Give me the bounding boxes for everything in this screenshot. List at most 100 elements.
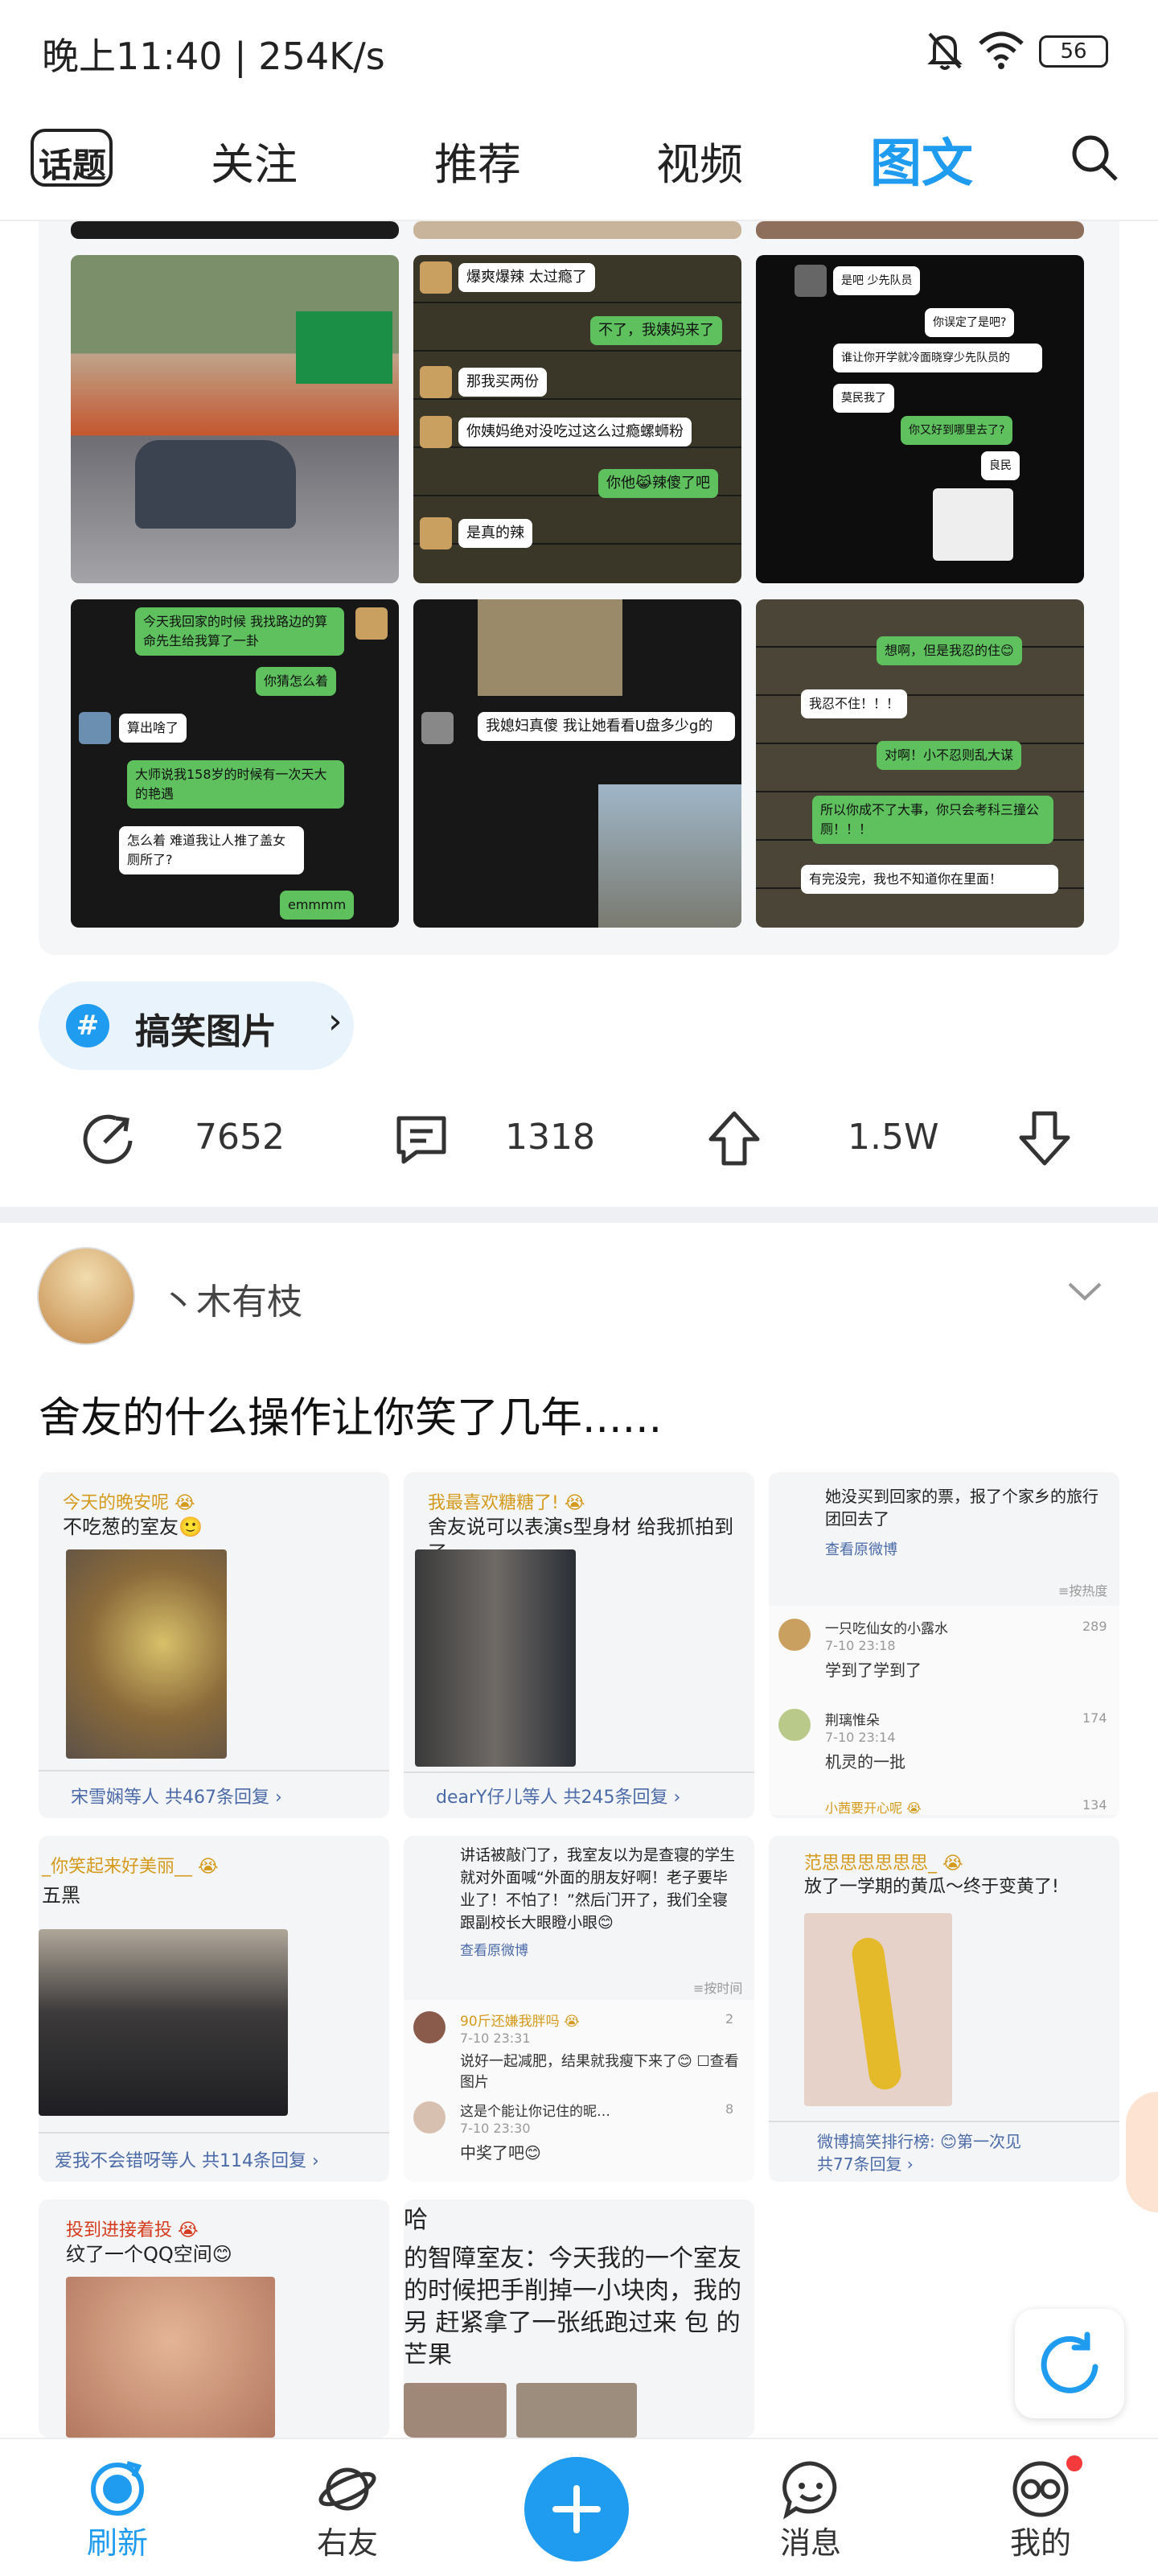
chat-bubble: 莫民我了 [833,384,894,413]
bottom-tab-friends-label: 右友 [316,2525,378,2561]
tab-image-text[interactable]: 图文 [870,122,973,196]
comment-username: 荆璃惟朵 [825,1713,880,1729]
battery-icon: 56 [1039,35,1108,68]
post2-image-card[interactable]: 哈 的智障室友：今天我的一个室友 的时候把手削掉一小块肉，我的另 赶紧拿了一张纸… [404,2199,754,2438]
chat-bubble: 算出啥了 [119,714,187,743]
grid-image-cut-2[interactable] [413,221,741,239]
grid-image-meme-toilet[interactable]: 想啊，但是我忍的住😊 我忍不住！！！ 对啊！小不忍则乱大谋 所以你成不了大事，你… [756,599,1084,928]
card-text: 不吃葱的室友🙂 [63,1516,203,1538]
comment-likes: 8 [725,2101,734,2117]
bottom-tab-refresh[interactable]: 刷新 [53,2439,182,2576]
comment-username: 90斤还嫌我胖吗 😭 [460,2014,580,2030]
post2-image-card[interactable]: 范思思思思思思_ 😭 放了一学期的黄瓜～终于变黄了! 微博搞笑排行榜: 😊第一次… [769,1836,1119,2182]
road-photo [598,784,741,928]
chat-bubble: 你又好到哪里去了? [901,416,1013,445]
view-original-link[interactable]: 查看原微博 [825,1538,897,1559]
finger-photo [516,2383,637,2438]
chat-bubble: 不了，我姨妈来了 [590,316,722,345]
finger-photo [404,2383,507,2438]
tattoo-photo [66,2277,275,2438]
bottom-tab-friends[interactable]: 右友 [283,2439,412,2576]
refresh-float-button[interactable] [1015,2309,1124,2418]
post-divider [0,1207,1158,1223]
card-username: 范思思思思思思_ 😭 [804,1854,963,1874]
card-username: _你笑起来好美丽__ 😭 [42,1857,219,1877]
comment-text: 中奖了吧😊 [460,2143,541,2162]
noodle-photo [66,1549,227,1759]
comment-text: 机灵的一批 [825,1752,905,1772]
card-text: 放了一学期的黄瓜～终于变黄了! [804,1877,1059,1897]
post1-image-grid: 爆爽爆辣 太过瘾了 不了，我姨妈来了 那我买两份 你姨妈绝对没吃过这么过瘾螺蛳粉… [39,221,1119,955]
message-smile-icon [782,2461,837,2520]
grid-image-chat-fortune[interactable]: 今天我回家的时候 我找路边的算命先生给我算了一卦 你猜怎么着 算出啥了 大师说我… [71,599,399,928]
post2-title[interactable]: 舍友的什么操作让你笑了几年...... [39,1384,662,1444]
bottom-tab-messages[interactable]: 消息 [746,2439,875,2576]
chat-bubble: 你他😹辣傻了吧 [598,469,719,498]
bottom-tab-profile[interactable]: 我的 [976,2439,1105,2576]
gaming-photo [39,1929,288,2116]
post2-image-card[interactable]: 她没买到回家的票，报了个家乡的旅行团回去了 查看原微博 ≡按热度 一只吃仙女的小… [769,1472,1119,1818]
comment-likes: 174 [1082,1710,1107,1726]
car-shape [135,440,296,529]
floating-side-tab[interactable] [1126,2092,1158,2212]
comment-time: 7-10 23:18 [825,1638,896,1653]
post2-image-card[interactable]: 投到进接着投 😭 纹了一个QQ空间😊 [39,2199,389,2438]
tab-recommended[interactable]: 推荐 [434,129,521,192]
comment-text: 说好一起减肥，结果就我瘦下来了😊 ☐查看图片 [460,2053,739,2091]
card-footer-replies[interactable]: 共77条回复 › [817,2151,914,2175]
comment-time: 7-10 23:31 [460,2031,531,2046]
tab-video[interactable]: 视频 [656,129,743,192]
bottom-tab-refresh-label: 刷新 [86,2525,148,2561]
grid-image-cut-1[interactable] [71,221,399,239]
banana-photo [804,1913,952,2106]
chat-bubble: 对啊！小不忍则乱大谋 [877,741,1022,770]
downvote-button[interactable] [1015,1109,1074,1168]
top-nav: 话题 关注 推荐 视频 图文 [0,105,1158,221]
topic-tag-label: 搞笑图片 [135,1011,277,1052]
status-time-speed: 晚上11:40 | 254K/s [42,35,385,78]
chat-bubble: 想啊，但是我忍的住😊 [877,636,1022,665]
post1-action-bar: 7652 1318 1.5W [0,1094,1158,1183]
view-original-link[interactable]: 查看原微博 [460,1939,528,1959]
comment-likes: 134 [1082,1797,1107,1813]
share-icon [83,1114,133,1164]
upvote-button[interactable]: 1.5W [704,1105,946,1170]
card-footer: 宋雪娴等人 共467条回复 › [71,1788,282,1808]
chevron-down-icon[interactable] [1066,1279,1103,1303]
post-create-button[interactable] [524,2457,629,2562]
tab-topics[interactable]: 话题 [31,129,113,187]
card-footer: 微博搞笑排行榜: 😊第一次见 [817,2132,1021,2151]
thumb-up-arrow-icon [708,1111,760,1166]
topic-tag[interactable]: # 搞笑图片 › [39,981,354,1070]
avatar[interactable] [37,1247,135,1345]
battery-level: 56 [1060,39,1087,64]
grid-image-dark-chat[interactable]: 是吧 少先队员 你误定了是吧? 谁让你开学就冷面晓穿少先队员的 莫民我了 你又好… [756,255,1084,583]
grid-image-meme-chat[interactable]: 爆爽爆辣 太过瘾了 不了，我姨妈来了 那我买两份 你姨妈绝对没吃过这么过瘾螺蛳粉… [413,255,741,583]
chat-bubble: 我忍不住！！！ [801,689,908,718]
grid-image-usb-scale[interactable]: 我媳妇真傻 我让她看看U盘多少g的 [413,599,741,928]
chat-bubble: 所以你成不了大事，你只会考科三撞公厕！！！ [812,796,1053,844]
card-text: 讲话被敲门了，我室友以为是查寝的学生就对外面喊“外面的朋友好啊！老子要毕业了！不… [460,1846,736,1932]
card-text: 纹了一个QQ空间😊 [66,2243,232,2265]
status-bar: 晚上11:40 | 254K/s 56 [0,0,1158,105]
comment-time: 7-10 23:30 [460,2121,531,2136]
comment-username: 小茜要开心呢 😭 [825,1800,922,1816]
post2-image-card[interactable]: 今天的晚安呢 😭 不吃葱的室友🙂 宋雪娴等人 共467条回复 › [39,1472,389,1818]
notification-dot [1066,2455,1082,2471]
chat-bubble: 今天我回家的时候 我找路边的算命先生给我算了一卦 [135,607,344,656]
post2-image-card[interactable]: 我最喜欢糖糖了! 😭 舍友说可以表演s型身材 给我抓拍到了 dearY仔儿等人 … [404,1472,754,1818]
comment-button[interactable]: 1318 [392,1105,618,1170]
comment-likes: 2 [725,2011,734,2027]
comment-likes: 289 [1082,1619,1107,1634]
post2-image-card[interactable]: 讲话被敲门了，我室友以为是查寝的学生就对外面喊“外面的朋友好啊！老子要毕业了！不… [404,1836,754,2182]
tab-following[interactable]: 关注 [211,129,298,192]
sort-label: ≡按热度 [1058,1583,1108,1599]
post2-image-card[interactable]: _你笑起来好美丽__ 😭 五黑 爱我不会错呀等人 共114条回复 › [39,1836,389,2182]
profile-glasses-icon [1012,2461,1069,2517]
search-icon[interactable] [1070,133,1119,183]
chat-bubble: 是真的辣 [458,519,532,548]
post2-username[interactable]: 丶木有枝 [161,1273,302,1324]
grid-image-street-photo[interactable] [71,255,399,583]
share-button[interactable]: 7652 [80,1105,306,1170]
grid-image-cut-3[interactable] [756,221,1084,239]
